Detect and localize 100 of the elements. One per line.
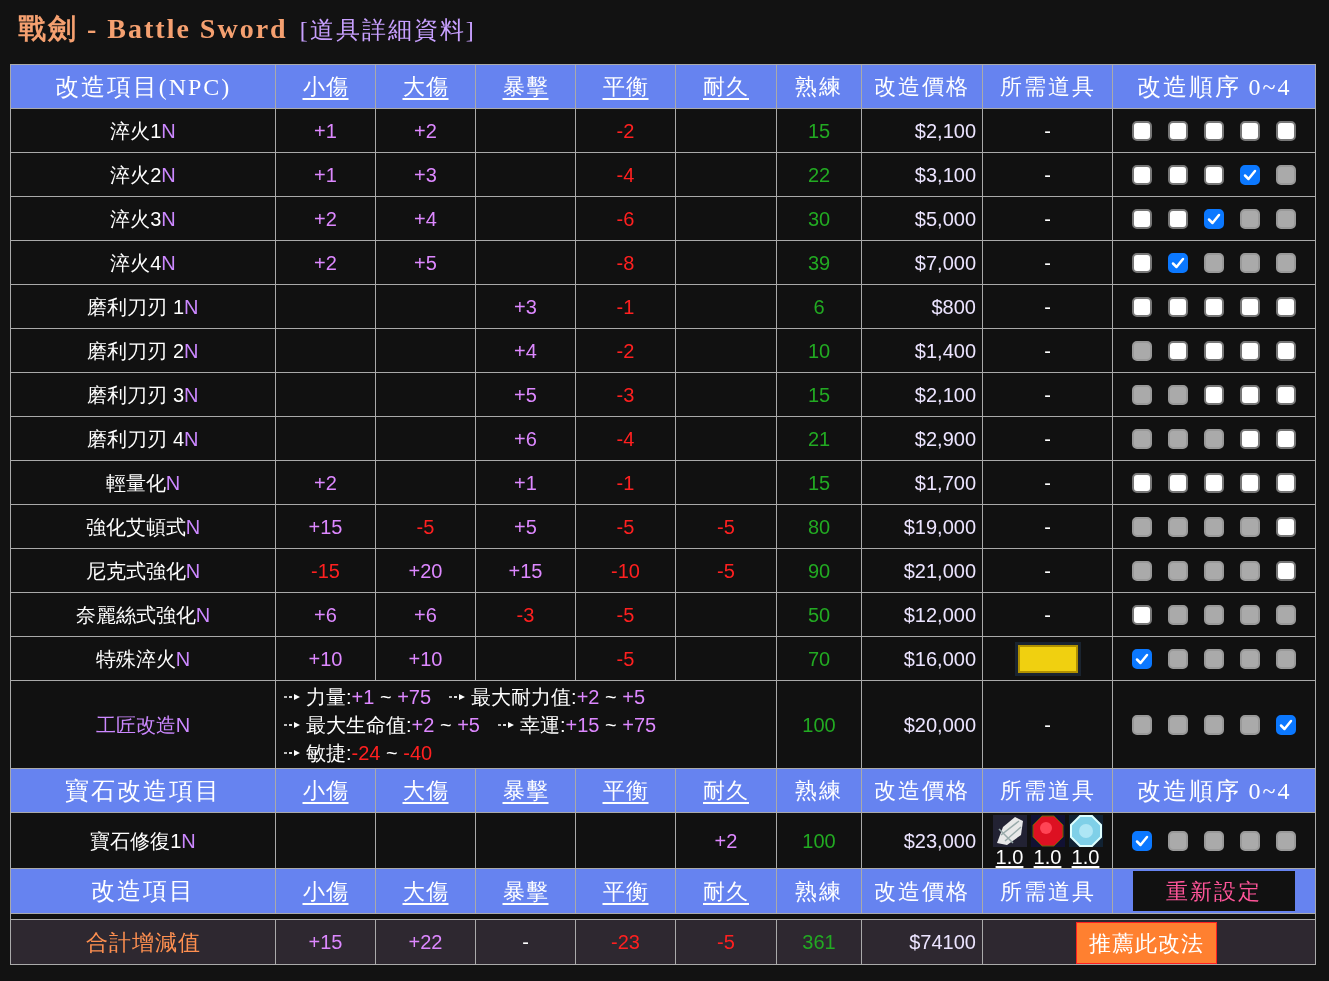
order-checkbox[interactable] bbox=[1168, 164, 1188, 185]
proficiency-cell: 22 bbox=[776, 152, 862, 197]
order-checkbox[interactable] bbox=[1204, 164, 1224, 185]
arrow-icon bbox=[284, 747, 302, 758]
recommend-button[interactable]: 推薦此改法 bbox=[1076, 922, 1217, 964]
stat-value: -8 bbox=[616, 251, 635, 274]
order-checkbox[interactable] bbox=[1132, 830, 1152, 851]
column-header: 所需道具 bbox=[999, 878, 1096, 904]
stat-value: -1 bbox=[616, 295, 635, 318]
item-name: 工匠改造N bbox=[10, 680, 276, 769]
order-checkbox[interactable] bbox=[1276, 516, 1296, 537]
price-cell: $2,100 bbox=[861, 108, 983, 153]
page-title: 戰劍 - Battle Sword bbox=[18, 12, 288, 46]
stat-value: +20 bbox=[408, 559, 443, 582]
column-header: 改造價格 bbox=[874, 778, 970, 803]
price-cell: $7,000 bbox=[861, 240, 983, 285]
order-checkbox[interactable] bbox=[1240, 428, 1260, 449]
total-price: $74100 bbox=[861, 919, 983, 965]
order-checkbox[interactable] bbox=[1240, 384, 1260, 405]
gem-icon bbox=[992, 814, 1027, 847]
stat-value: -5 bbox=[717, 559, 735, 582]
table-cell-text: - bbox=[1044, 514, 1051, 540]
stat-value: +3 bbox=[414, 163, 437, 186]
price-cell: $5,000 bbox=[861, 196, 983, 241]
stat-value: -2 bbox=[616, 339, 635, 362]
order-checkbox[interactable] bbox=[1204, 296, 1224, 317]
order-checkbox[interactable] bbox=[1276, 384, 1296, 405]
order-checkbox[interactable] bbox=[1132, 648, 1152, 669]
order-checkbox[interactable] bbox=[1204, 340, 1224, 361]
stat-value: +6 bbox=[414, 603, 437, 626]
order-checkbox[interactable] bbox=[1204, 472, 1224, 493]
column-header: 熟練 bbox=[795, 778, 843, 803]
order-checkbox[interactable] bbox=[1240, 340, 1260, 361]
price-cell: $2,900 bbox=[861, 416, 983, 461]
order-checkbox[interactable] bbox=[1132, 604, 1152, 625]
reset-button[interactable]: 重新設定 bbox=[1133, 871, 1295, 911]
item-name: 磨利刀刃 2N bbox=[10, 328, 276, 373]
stat-value: -5 bbox=[416, 515, 435, 538]
order-checkbox[interactable] bbox=[1168, 340, 1188, 361]
stat-value: -5 bbox=[616, 647, 635, 670]
order-checkbox[interactable] bbox=[1168, 252, 1188, 273]
column-header: 改造順序 0~4 bbox=[1136, 777, 1292, 804]
stat-value: +10 bbox=[308, 647, 343, 670]
column-header: 改造價格 bbox=[874, 878, 970, 904]
order-checkbox[interactable] bbox=[1168, 208, 1188, 229]
order-checkbox[interactable] bbox=[1132, 252, 1152, 273]
order-checkbox[interactable] bbox=[1168, 120, 1188, 141]
stat-value: -6 bbox=[616, 207, 635, 230]
stat-value: -10 bbox=[611, 559, 640, 582]
table-cell-text: - bbox=[1044, 602, 1051, 628]
price-cell: $1,400 bbox=[861, 328, 983, 373]
order-checkbox[interactable] bbox=[1276, 120, 1296, 141]
order-checkbox[interactable] bbox=[1132, 472, 1152, 493]
page-subtitle: [道具詳細資料] bbox=[299, 16, 476, 45]
price-cell: $3,100 bbox=[861, 152, 983, 197]
stat-range: 力量:+1 ~ +75 bbox=[306, 684, 432, 710]
proficiency-cell: 90 bbox=[776, 548, 862, 593]
column-header: 所需道具 bbox=[999, 778, 1096, 803]
order-checkbox[interactable] bbox=[1240, 296, 1260, 317]
stat-value: -5 bbox=[616, 603, 635, 626]
total-value: +22 bbox=[408, 931, 443, 953]
order-checkbox[interactable] bbox=[1240, 164, 1260, 185]
total-value: +15 bbox=[308, 931, 343, 953]
stat-value: +10 bbox=[408, 647, 443, 670]
order-checkbox[interactable] bbox=[1240, 120, 1260, 141]
ingot-icon bbox=[1014, 641, 1081, 676]
order-checkbox[interactable] bbox=[1168, 472, 1188, 493]
order-checkbox[interactable] bbox=[1276, 428, 1296, 449]
proficiency-cell: 100 bbox=[776, 680, 862, 769]
order-checkbox[interactable] bbox=[1132, 296, 1152, 317]
price-cell: $16,000 bbox=[861, 636, 983, 681]
stat-range: 最大耐力值:+2 ~ +5 bbox=[471, 684, 646, 710]
order-checkbox[interactable] bbox=[1276, 472, 1296, 493]
proficiency-cell: 80 bbox=[776, 504, 862, 549]
price-cell: $1,700 bbox=[861, 460, 983, 505]
column-header: 熟練 bbox=[795, 878, 843, 904]
stat-value: -5 bbox=[616, 515, 635, 538]
stat-value: +15 bbox=[308, 515, 343, 538]
order-checkbox[interactable] bbox=[1276, 340, 1296, 361]
price-cell: $12,000 bbox=[861, 592, 983, 637]
order-checkbox[interactable] bbox=[1240, 472, 1260, 493]
order-checkbox[interactable] bbox=[1132, 208, 1152, 229]
order-checkbox[interactable] bbox=[1276, 714, 1296, 735]
stat-value: +2 bbox=[314, 207, 337, 230]
stat-value: +2 bbox=[314, 471, 337, 494]
order-checkbox[interactable] bbox=[1132, 120, 1152, 141]
order-checkbox[interactable] bbox=[1276, 296, 1296, 317]
order-checkbox[interactable] bbox=[1168, 296, 1188, 317]
table-cell-text: - bbox=[1044, 426, 1051, 452]
proficiency-cell: 70 bbox=[776, 636, 862, 681]
order-checkbox[interactable] bbox=[1132, 164, 1152, 185]
total-value: -5 bbox=[717, 931, 735, 953]
totals-label: 合計增減值 bbox=[10, 919, 276, 965]
column-header: 熟練 bbox=[795, 74, 843, 99]
order-checkbox[interactable] bbox=[1204, 120, 1224, 141]
order-checkbox[interactable] bbox=[1204, 384, 1224, 405]
order-checkbox[interactable] bbox=[1276, 560, 1296, 581]
table-cell-text: - bbox=[1044, 294, 1051, 320]
item-name: 特殊淬火N bbox=[10, 636, 276, 681]
order-checkbox[interactable] bbox=[1204, 208, 1224, 229]
